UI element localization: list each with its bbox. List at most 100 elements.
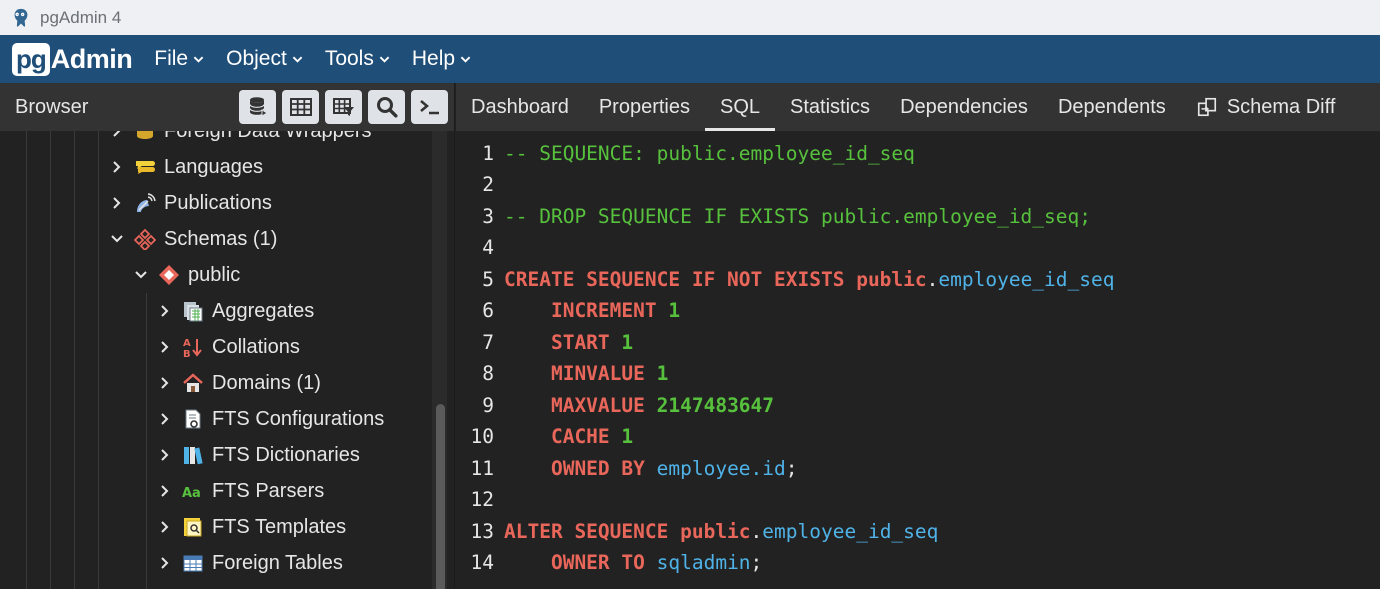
line-number: 6 — [482, 299, 494, 322]
sql-keyword: INCREMENT — [504, 299, 669, 322]
code-line: 13 ALTER SEQUENCE public.employee_id_seq — [456, 516, 939, 547]
terminal-icon — [419, 100, 439, 115]
line-number: 7 — [482, 331, 494, 354]
database-icon — [248, 97, 268, 117]
chevron-right-icon — [161, 341, 169, 353]
tree-item-label: Languages — [164, 155, 263, 178]
sql-keyword: MAXVALUE — [504, 394, 657, 417]
tab-dependents-label: Dependents — [1057, 95, 1166, 118]
tree-item-label: Domains (1) — [212, 371, 321, 394]
language-icon — [136, 161, 155, 174]
tab-schema-diff[interactable]: Schema Diff — [1181, 83, 1351, 131]
chevron-right-icon — [161, 557, 169, 569]
chevron-right-icon — [113, 131, 121, 137]
tab-sql[interactable]: SQL — [705, 83, 776, 131]
tree-item-languages[interactable]: Languages — [110, 149, 263, 185]
tab-dependents[interactable]: Dependents — [1043, 83, 1181, 131]
search-objects-button[interactable] — [368, 90, 405, 124]
line-number: 4 — [482, 236, 494, 259]
sql-punct: ; — [750, 551, 763, 574]
tree-guide-line — [26, 131, 27, 589]
tree-item-label: Foreign Tables — [212, 551, 343, 574]
menu-object[interactable]: Object — [226, 47, 303, 71]
sql-keyword: CACHE — [504, 425, 622, 448]
sql-keyword: START — [504, 331, 622, 354]
line-number: 14 — [470, 551, 494, 574]
tree-item-foreign-data-wrappers[interactable]: Foreign Data Wrappers — [110, 131, 372, 149]
publication-icon — [137, 193, 156, 212]
schemas-icon — [134, 228, 156, 250]
sql-identifier: employee.id — [656, 457, 786, 480]
logo-pg: pg — [12, 42, 50, 76]
tab-sql-label: SQL — [720, 95, 761, 118]
sql-code-editor[interactable]: 1 -- SEQUENCE: public.employee_id_seq 2 … — [456, 131, 1380, 589]
sql-punct: ; — [785, 457, 798, 480]
tree-guide-line — [74, 131, 75, 589]
tree-item-domains[interactable]: Domains (1) — [158, 365, 321, 401]
code-line: 14 OWNER TO sqladmin; — [456, 547, 763, 578]
tree-item-fts-dictionaries[interactable]: FTS Dictionaries — [158, 437, 360, 473]
foreign-table-icon — [183, 555, 203, 572]
code-line: 8 MINVALUE 1 — [456, 358, 668, 389]
sql-keyword: MINVALUE — [504, 362, 657, 385]
svg-text:B: B — [183, 349, 191, 358]
chevron-down-icon — [111, 235, 123, 243]
code-line: 4 — [456, 232, 496, 263]
sql-comment: -- DROP SEQUENCE IF EXISTS public.employ… — [504, 205, 1091, 228]
chevron-right-icon — [113, 197, 121, 209]
menu-file-label: File — [154, 47, 189, 70]
line-number: 2 — [482, 173, 494, 196]
chevron-down-icon — [193, 56, 204, 63]
menu-help[interactable]: Help — [412, 47, 471, 71]
tab-dashboard[interactable]: Dashboard — [456, 83, 584, 131]
tree-item-schemas[interactable]: Schemas (1) — [110, 221, 277, 257]
tab-statistics[interactable]: Statistics — [775, 83, 885, 131]
tree-item-collations[interactable]: AB Collations — [158, 329, 300, 365]
code-line: 5 CREATE SEQUENCE IF NOT EXISTS public.e… — [456, 264, 1115, 295]
tree-item-aggregates[interactable]: Aggregates — [158, 293, 314, 329]
sql-identifier: sqladmin — [656, 551, 751, 574]
browser-panel-header: Browser — [0, 83, 455, 131]
sql-keyword: ALTER SEQUENCE public — [504, 520, 751, 543]
fts-parser-icon: Aa — [182, 486, 201, 501]
filtered-rows-button[interactable] — [325, 90, 362, 124]
query-tool-button[interactable] — [239, 90, 276, 124]
chevron-right-icon — [161, 305, 169, 317]
schema-diff-icon — [1197, 97, 1216, 117]
menu-bar: pg Admin File Object Tools Help — [0, 35, 1380, 83]
browser-tree: Foreign Data Wrappers Languages Publicat… — [0, 131, 455, 589]
search-icon — [376, 97, 398, 118]
sql-identifier: employee_id_seq — [938, 268, 1115, 291]
tree-item-label: Schemas (1) — [164, 227, 278, 250]
tree-scrollbar-thumb[interactable] — [436, 404, 445, 589]
tree-item-label: Foreign Data Wrappers — [164, 131, 372, 143]
tree-item-label: FTS Configurations — [212, 407, 385, 430]
sql-number: 2147483647 — [656, 394, 775, 417]
tree-item-fts-parsers[interactable]: Aa FTS Parsers — [158, 473, 324, 509]
tab-dependencies[interactable]: Dependencies — [885, 83, 1043, 131]
line-number: 9 — [482, 394, 494, 417]
tree-item-publications[interactable]: Publications — [110, 185, 272, 221]
sql-keyword: OWNED BY — [504, 457, 657, 480]
sql-number: 1 — [668, 299, 681, 322]
tab-dashboard-label: Dashboard — [471, 95, 569, 118]
menu-tools[interactable]: Tools — [325, 47, 390, 71]
tab-properties[interactable]: Properties — [584, 83, 705, 131]
tree-item-fts-configurations[interactable]: FTS Configurations — [158, 401, 384, 437]
table-grid-icon — [289, 98, 312, 116]
sql-keyword: CREATE SEQUENCE IF NOT EXISTS public — [504, 268, 927, 291]
psql-tool-button[interactable] — [411, 90, 448, 124]
menu-file[interactable]: File — [154, 47, 204, 71]
foreign-data-wrapper-icon — [137, 131, 153, 139]
chevron-right-icon — [161, 377, 169, 389]
fts-template-icon — [184, 518, 202, 537]
code-line: 2 — [456, 169, 496, 200]
tree-item-fts-templates[interactable]: FTS Templates — [158, 509, 346, 545]
tree-item-foreign-tables[interactable]: Foreign Tables — [158, 545, 343, 581]
tree-item-public[interactable]: public — [134, 257, 240, 293]
view-data-button[interactable] — [282, 90, 319, 124]
line-number: 10 — [470, 425, 494, 448]
sql-keyword: OWNER TO — [504, 551, 657, 574]
main-tab-bar: Dashboard Properties SQL Statistics Depe… — [456, 83, 1380, 131]
sql-identifier: employee_id_seq — [762, 520, 939, 543]
